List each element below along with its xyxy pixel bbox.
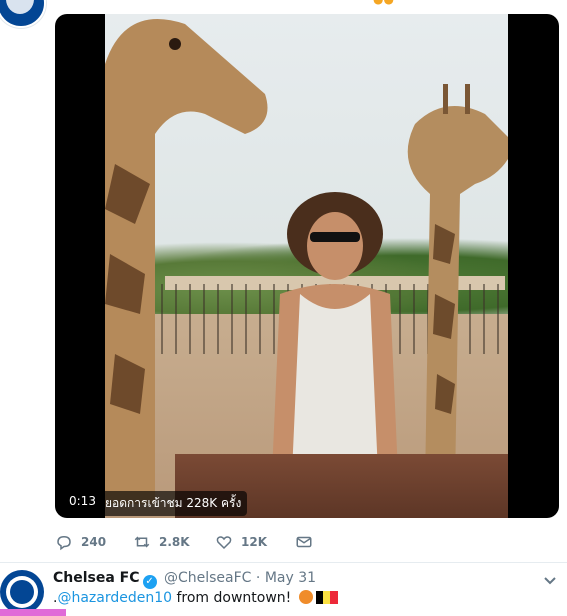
direct-message-button[interactable] bbox=[295, 530, 313, 554]
tweet-text: .@hazardeden10 from downtown! bbox=[53, 590, 338, 606]
chevron-down-icon[interactable] bbox=[542, 572, 558, 588]
envelope-icon bbox=[296, 536, 312, 548]
chelsea-avatar-top[interactable] bbox=[0, 0, 46, 28]
heart-icon bbox=[216, 536, 232, 550]
tweet-divider bbox=[0, 562, 567, 563]
like-button[interactable]: 12K bbox=[215, 530, 267, 554]
tweet-actions: 240 2.8K 12K bbox=[55, 530, 435, 554]
author-name[interactable]: Chelsea FC bbox=[53, 570, 140, 586]
retweet-count: 2.8K bbox=[159, 535, 190, 549]
author-handle[interactable]: @ChelseaFC bbox=[164, 570, 251, 586]
tweet-date[interactable]: May 31 bbox=[265, 570, 316, 586]
belgium-flag-icon bbox=[315, 591, 338, 604]
giraffe-left bbox=[105, 19, 268, 504]
retweet-button[interactable]: 2.8K bbox=[133, 530, 190, 554]
retweet-icon bbox=[134, 536, 150, 548]
tweet-body: from downtown! bbox=[172, 590, 296, 606]
verified-badge-icon: ✓ bbox=[142, 575, 157, 589]
video-frame bbox=[105, 14, 508, 518]
like-count: 12K bbox=[241, 535, 267, 549]
mention-link[interactable]: @hazardeden10 bbox=[57, 590, 172, 606]
emoji-icon: ●● bbox=[373, 0, 394, 6]
highlight-strip bbox=[0, 609, 66, 616]
video-player[interactable]: 0:13 ยอดการเข้าชม 228K ครั้ง bbox=[55, 14, 559, 518]
basketball-emoji-icon bbox=[298, 590, 313, 604]
reply-count: 240 bbox=[81, 535, 107, 549]
video-view-count: ยอดการเข้าชม 228K ครั้ง bbox=[99, 491, 248, 516]
video-time: 0:13 bbox=[63, 491, 102, 511]
lion-crest-icon bbox=[10, 580, 34, 604]
separator-dot: · bbox=[255, 570, 261, 586]
tweet-header: Chelsea FC ✓ @ChelseaFC · May 31 bbox=[53, 570, 316, 589]
reply-icon bbox=[57, 535, 71, 551]
reply-button[interactable]: 240 bbox=[55, 530, 106, 554]
crest-icon bbox=[6, 0, 34, 14]
chelsea-avatar[interactable] bbox=[0, 570, 44, 614]
